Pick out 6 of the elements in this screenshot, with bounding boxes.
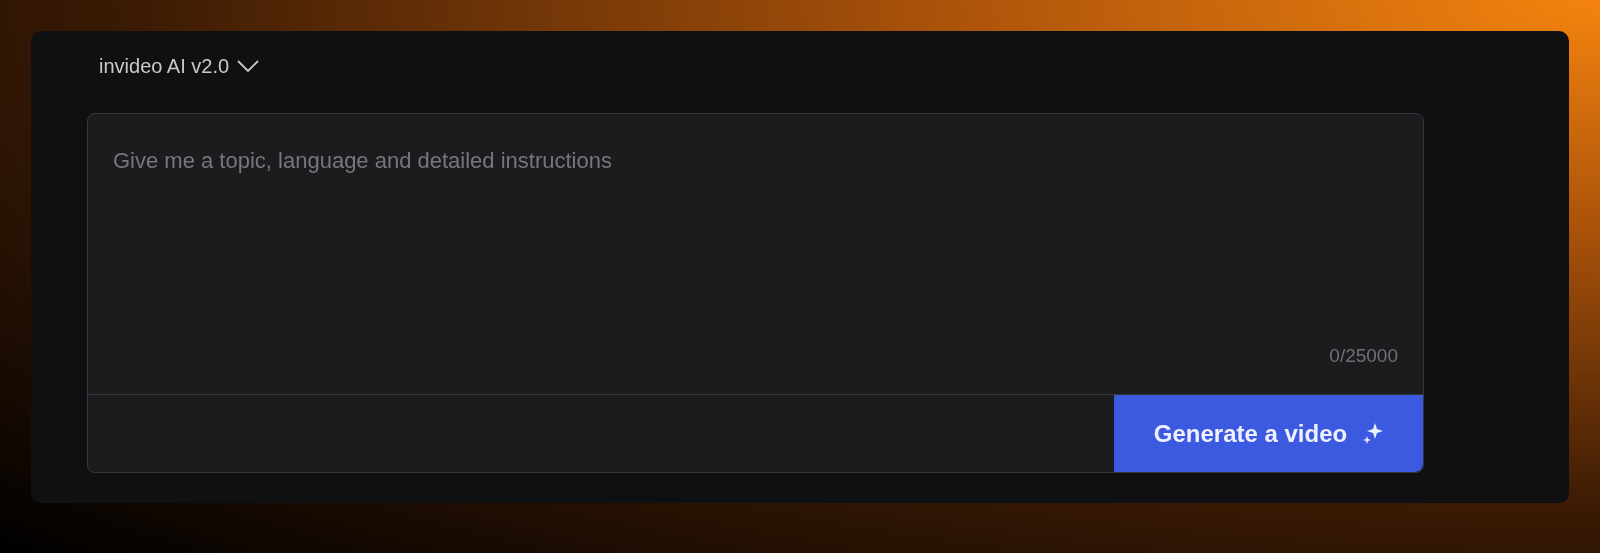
generate-button[interactable]: Generate a video [1114,395,1423,472]
sparkle-icon [1363,422,1384,445]
model-selector[interactable]: invideo AI v2.0 [99,51,260,81]
prompt-field[interactable]: Give me a topic, language and detailed instructions 0/25000 Generate a video [87,113,1424,473]
chevron-down-icon [237,59,260,73]
character-counter: 0/25000 [1329,343,1398,368]
